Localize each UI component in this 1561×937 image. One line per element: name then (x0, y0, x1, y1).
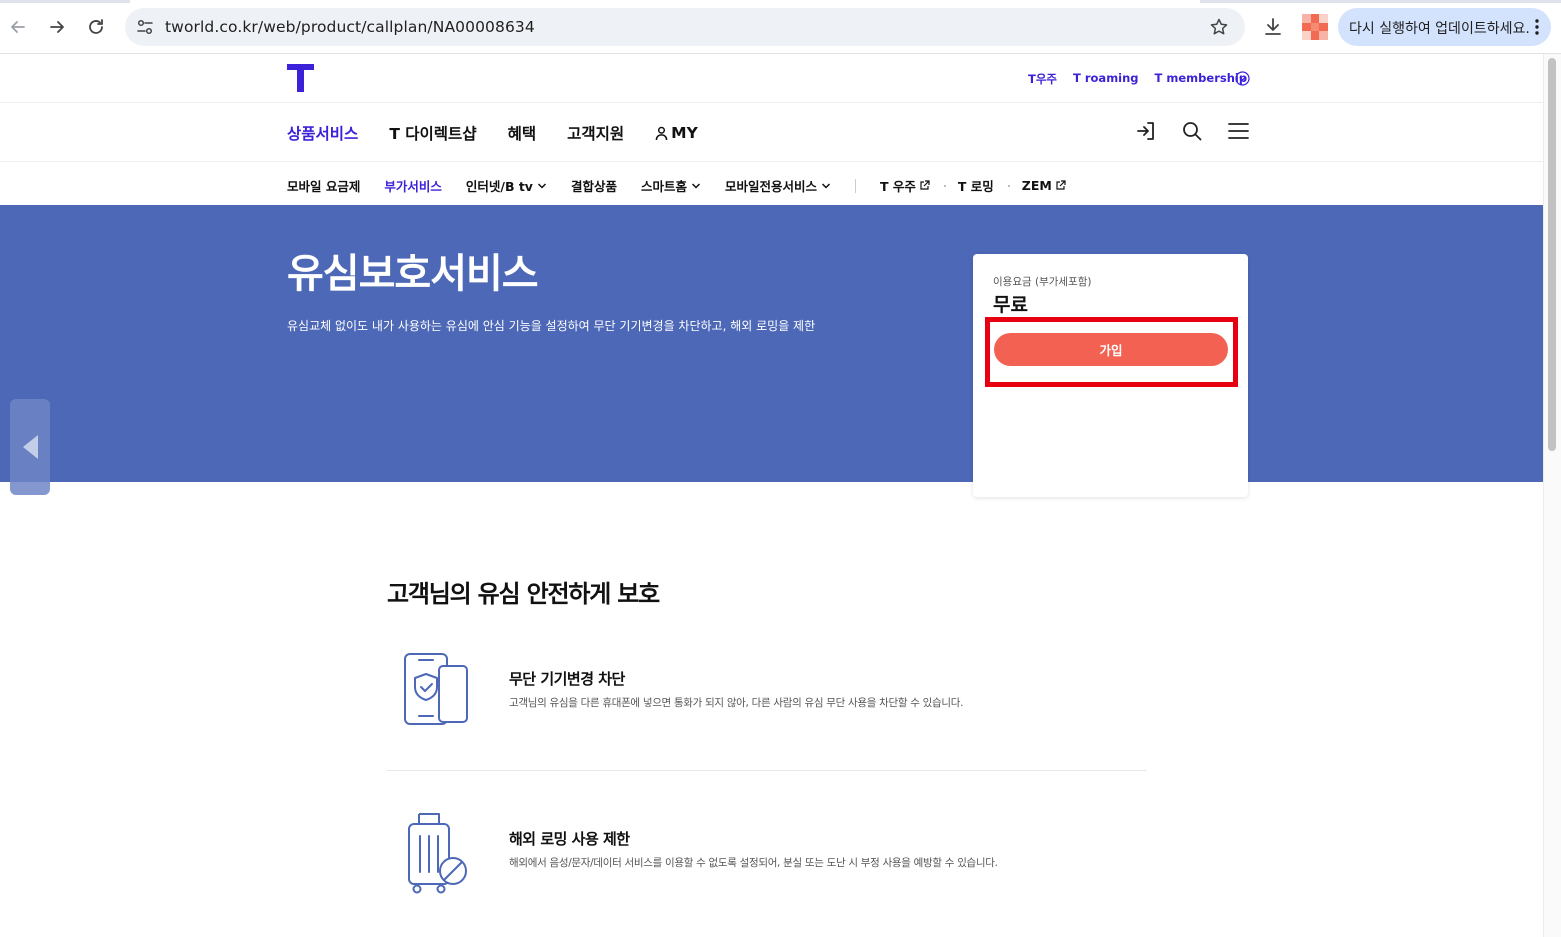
util-link-t-membership[interactable]: T membership (1155, 71, 1248, 87)
product-description: 유심교체 없이도 내가 사용하는 유심에 안심 기능을 설정하여 무단 기기변경… (287, 319, 816, 333)
tab-strip-edge (0, 0, 1561, 3)
lnb-item-mobile-only-label: 모바일전용서비스 (724, 179, 817, 194)
feature-item: 무단 기기변경 차단 고객님의 유심을 다른 휴대폰에 넣으면 통화가 되지 않… (387, 652, 1147, 742)
side-panel-toggle[interactable] (10, 399, 50, 495)
update-chrome-button[interactable]: 다시 실행하여 업데이트하세요. (1338, 8, 1551, 46)
chevron-down-icon (821, 182, 831, 189)
page-scrollbar[interactable] (1543, 54, 1561, 937)
sub-nav-menu: 모바일 요금제 부가서비스 인터넷/B tv 결합상품 스마트홈 모바일전용서비… (287, 176, 1080, 195)
util-link-t-universe[interactable]: T우주 (1028, 71, 1057, 87)
lnb-item-t-roaming[interactable]: T 로밍 (958, 176, 994, 195)
tworld-logo-icon[interactable] (287, 64, 314, 92)
update-chrome-label: 다시 실행하여 업데이트하세요. (1349, 21, 1530, 37)
arrow-right-icon (50, 21, 64, 33)
arrow-left-icon (11, 21, 25, 33)
forward-button[interactable] (44, 14, 70, 40)
lnb-item-mobile-plan[interactable]: 모바일 요금제 (287, 176, 360, 195)
chevron-down-icon (691, 182, 701, 189)
global-nav-icons (1135, 120, 1249, 142)
product-hero: 유심보호서비스 유심교체 없이도 내가 사용하는 유심에 안심 기능을 설정하여… (0, 205, 1543, 495)
gnb-item-direct-shop[interactable]: T 다이렉트샵 (389, 122, 476, 144)
luggage-blocked-icon (408, 813, 467, 894)
gnb-item-benefits[interactable]: 혜택 (508, 122, 537, 144)
sub-nav: 모바일 요금제 부가서비스 인터넷/B tv 결합상품 스마트홈 모바일전용서비… (0, 162, 1543, 205)
reload-button[interactable] (83, 14, 109, 40)
lnb-item-bundle[interactable]: 결합상품 (571, 176, 617, 195)
search-icon[interactable] (1181, 120, 1203, 142)
price-label: 이용요금 (부가세포함) (993, 276, 1092, 288)
gnb-item-my-label: MY (671, 124, 698, 142)
download-icon[interactable] (1262, 16, 1284, 38)
page-viewport: T우주 T roaming T membership 상품서비스 T 다이렉트샵… (0, 54, 1543, 937)
lnb-item-zem-label: ZEM (1021, 178, 1052, 193)
divider (855, 178, 856, 193)
hamburger-menu-icon[interactable] (1227, 120, 1249, 142)
price-card: 이용요금 (부가세포함) 무료 가입 (973, 254, 1248, 497)
external-link-icon (1056, 180, 1066, 190)
more-vert-icon (1535, 19, 1539, 35)
url-text[interactable]: tworld.co.kr/web/product/callplan/NA0000… (165, 18, 535, 36)
scrollbar-thumb[interactable] (1548, 58, 1556, 451)
divider (387, 770, 1147, 771)
page-title: 유심보호서비스 (287, 251, 539, 297)
gnb-item-products[interactable]: 상품서비스 (287, 122, 358, 144)
lnb-item-addon[interactable]: 부가서비스 (384, 176, 442, 195)
section-title: 고객님의 유심 안전하게 보호 (387, 580, 660, 608)
join-button[interactable]: 가입 (994, 333, 1228, 366)
chevron-circle-down-icon[interactable] (1235, 71, 1250, 86)
price-value: 무료 (993, 294, 1028, 316)
address-bar[interactable]: tworld.co.kr/web/product/callplan/NA0000… (125, 8, 1245, 46)
chevron-down-icon (537, 182, 546, 189)
feature-title: 무단 기기변경 차단 (509, 670, 625, 688)
dot-divider (943, 184, 946, 187)
lnb-item-t-universe-label: T 우주 (880, 179, 916, 194)
feature-description: 고객님의 유심을 다른 휴대폰에 넣으면 통화가 되지 않아, 다른 사람의 유… (509, 697, 964, 709)
feature-title: 해외 로밍 사용 제한 (509, 830, 630, 848)
gnb-item-my[interactable]: MY (655, 122, 698, 144)
bookmark-star-icon[interactable] (1209, 17, 1229, 37)
site-settings-icon[interactable] (135, 17, 155, 37)
dot-divider (1007, 184, 1010, 187)
feature-description: 해외에서 음성/문자/데이터 서비스를 이용할 수 없도록 설정되어, 분실 또… (509, 857, 998, 869)
gnb-item-support[interactable]: 고객지원 (567, 122, 624, 144)
person-icon (655, 126, 668, 140)
lnb-item-smarthome-label: 스마트홈 (640, 179, 687, 194)
feature-item: 해외 로밍 사용 제한 해외에서 음성/문자/데이터 서비스를 이용할 수 없도… (387, 812, 1147, 902)
utility-links: T우주 T roaming T membership (1028, 71, 1247, 87)
phone-shield-icon (404, 653, 468, 725)
global-nav: 상품서비스 T 다이렉트샵 혜택 고객지원 MY (0, 103, 1543, 162)
lnb-item-mobile-only[interactable]: 모바일전용서비스 (725, 176, 831, 195)
lnb-item-t-universe[interactable]: T 우주 (880, 176, 930, 195)
caret-left-icon (23, 435, 38, 459)
lnb-item-zem[interactable]: ZEM (1022, 178, 1066, 193)
browser-toolbar: tworld.co.kr/web/product/callplan/NA0000… (0, 0, 1561, 54)
global-nav-menu: 상품서비스 T 다이렉트샵 혜택 고객지원 MY (287, 122, 729, 144)
utility-bar: T우주 T roaming T membership (0, 54, 1543, 103)
lnb-item-internet[interactable]: 인터넷/B tv (466, 176, 547, 195)
util-link-t-roaming[interactable]: T roaming (1073, 71, 1139, 87)
profile-avatar-icon[interactable] (1302, 14, 1328, 40)
reload-icon (89, 19, 103, 34)
lnb-item-internet-label: 인터넷/B tv (465, 179, 533, 194)
back-button[interactable] (5, 14, 31, 40)
lnb-item-smarthome[interactable]: 스마트홈 (641, 176, 701, 195)
login-icon[interactable] (1135, 120, 1157, 142)
external-link-icon (920, 180, 930, 190)
